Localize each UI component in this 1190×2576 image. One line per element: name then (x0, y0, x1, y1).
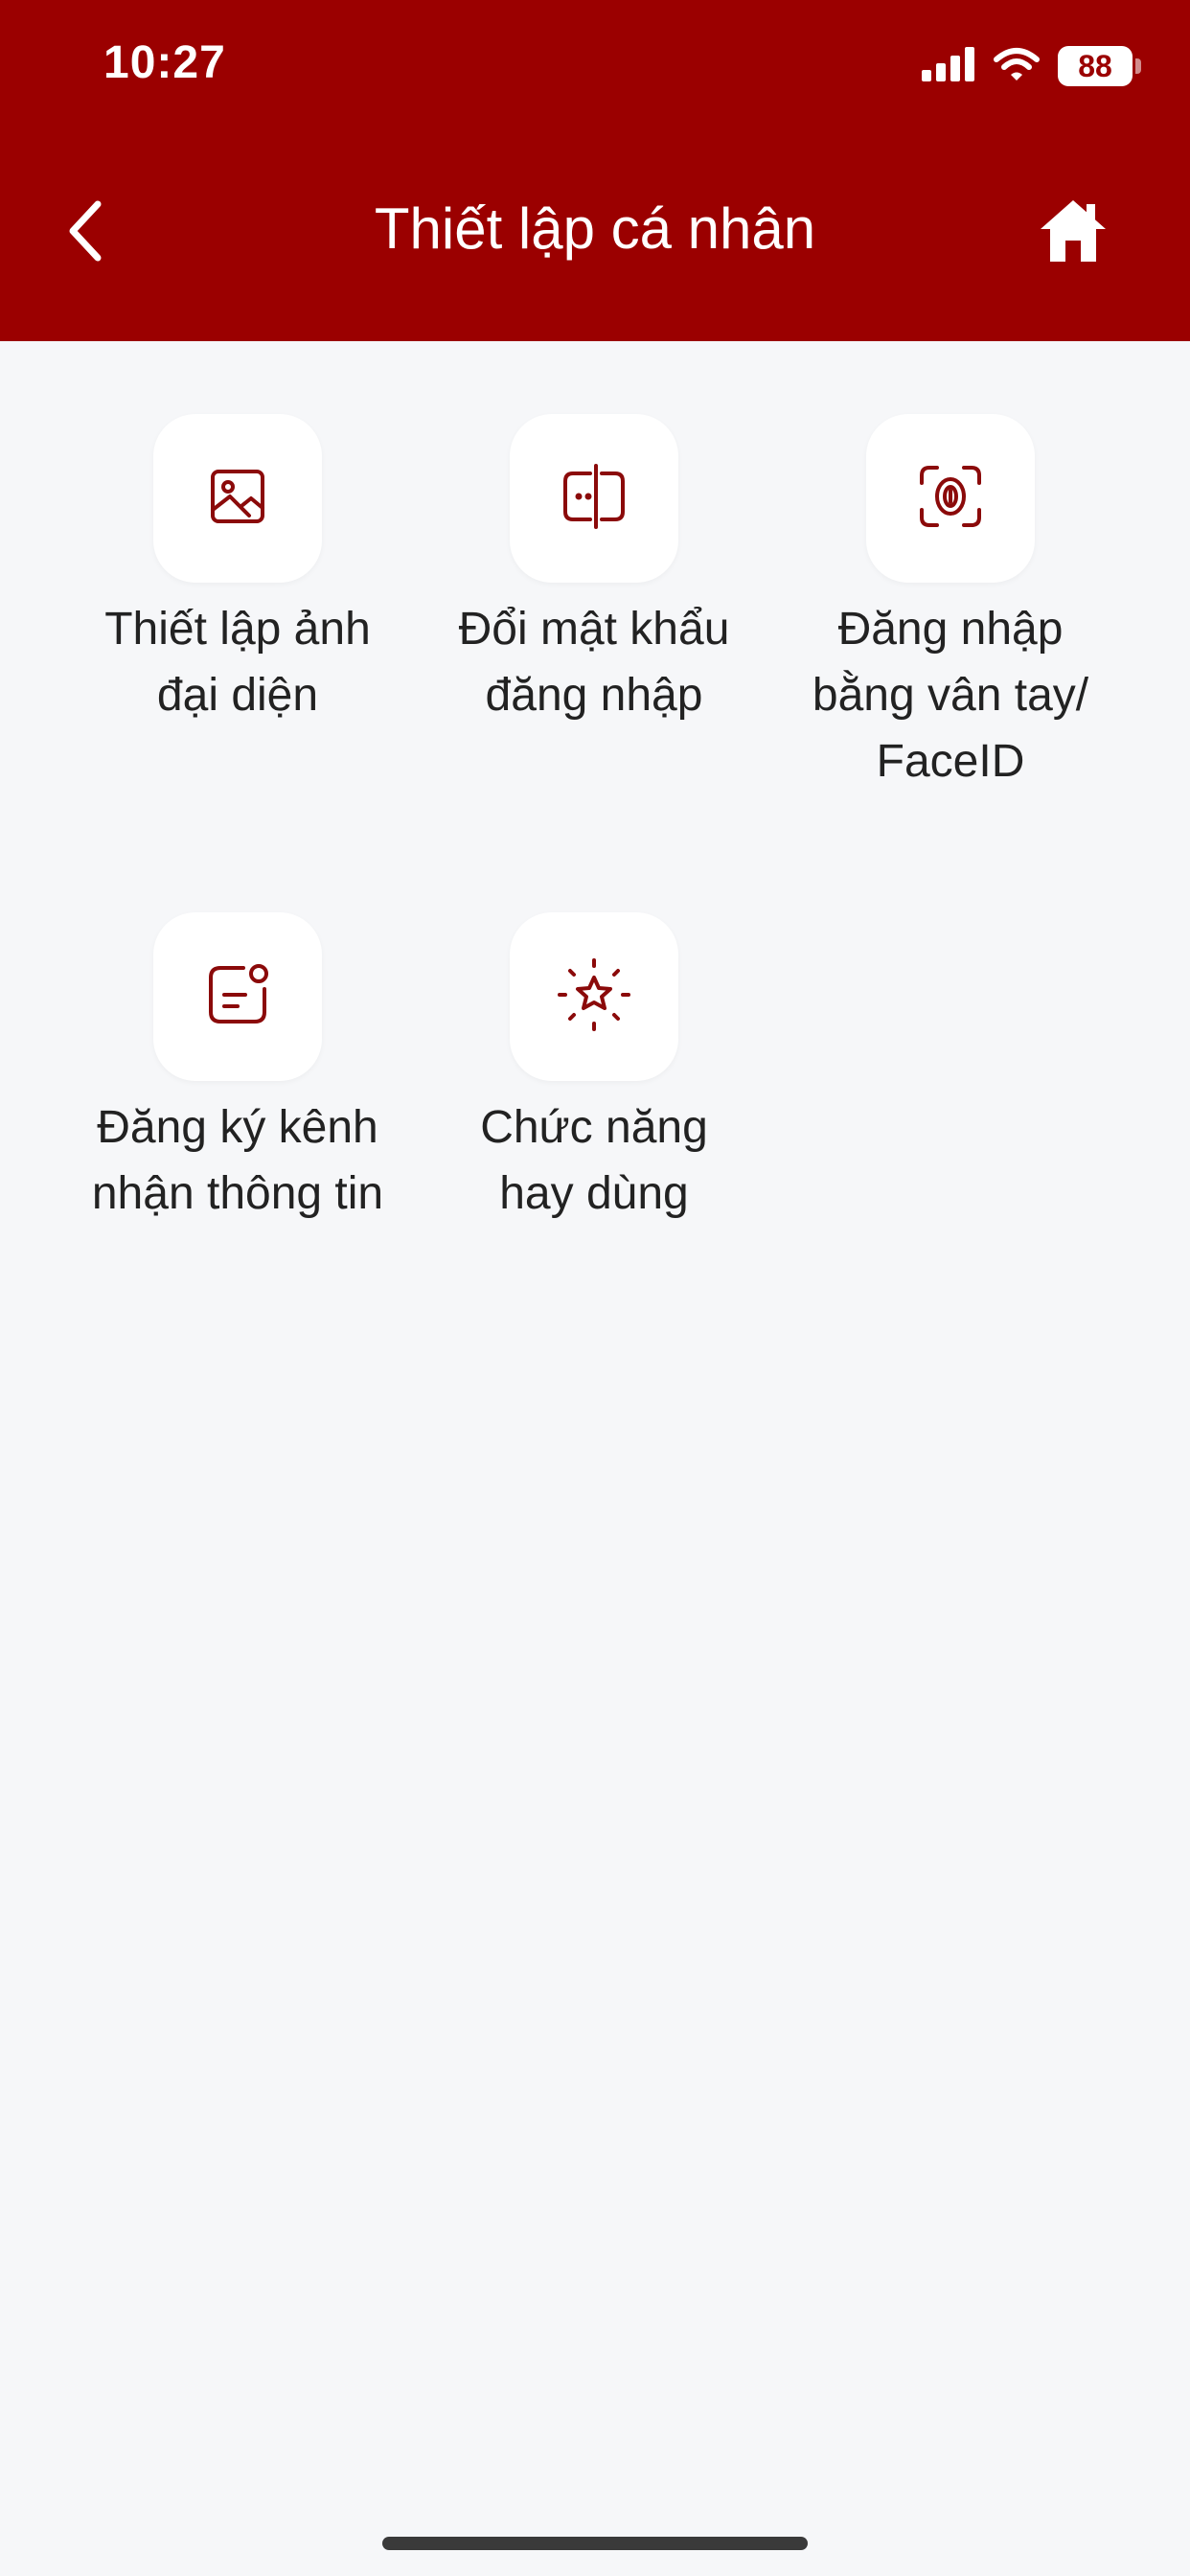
menu-icon-box (866, 414, 1035, 583)
menu-item-change-password[interactable]: Đổi mật khẩu đăng nhập (416, 414, 772, 912)
status-time: 10:27 (103, 37, 226, 88)
menu-icon-box (153, 912, 322, 1081)
wifi-icon (993, 46, 1041, 87)
menu-item-label: Thiết lập ảnh đại diện (104, 604, 371, 721)
signal-icon (922, 46, 975, 86)
menu-icon-box (510, 912, 678, 1081)
menu-item-avatar-settings[interactable]: Thiết lập ảnh đại diện (59, 414, 416, 912)
home-indicator (382, 2537, 808, 2550)
menu-item-label: Chức năng hay dùng (480, 1102, 708, 1219)
menu-item-label: Đăng ký kênh nhận thông tin (91, 1102, 384, 1219)
favorite-function-icon (556, 956, 632, 1038)
page-title: Thiết lập cá nhân (374, 196, 816, 261)
image-icon (207, 466, 268, 532)
battery-tip (1135, 58, 1141, 74)
menu-item-favorite-functions[interactable]: Chức năng hay dùng (416, 912, 772, 1411)
settings-menu-grid: Thiết lập ảnh đại diện Đổi mật khẩu đăng… (59, 414, 1131, 1411)
fingerprint-faceid-icon (916, 462, 985, 536)
menu-item-biometric-login[interactable]: Đăng nhập bằng vân tay/ FaceID (772, 414, 1129, 912)
status-icons: 88 (922, 42, 1141, 90)
home-button[interactable] (1037, 197, 1110, 266)
password-icon (560, 462, 629, 536)
notification-channel-icon (203, 960, 272, 1034)
menu-item-label: Đăng nhập bằng vân tay/ FaceID (812, 604, 1089, 787)
menu-item-label: Đổi mật khẩu đăng nhập (458, 604, 730, 721)
home-icon (1037, 196, 1110, 268)
menu-icon-box (153, 414, 322, 583)
menu-item-notification-channel[interactable]: Đăng ký kênh nhận thông tin (59, 912, 416, 1411)
menu-icon-box (510, 414, 678, 583)
battery-icon: 88 (1058, 46, 1141, 86)
app-header: 10:27 88 Thiết lập cá nhân (0, 0, 1190, 341)
battery-level: 88 (1078, 48, 1112, 83)
